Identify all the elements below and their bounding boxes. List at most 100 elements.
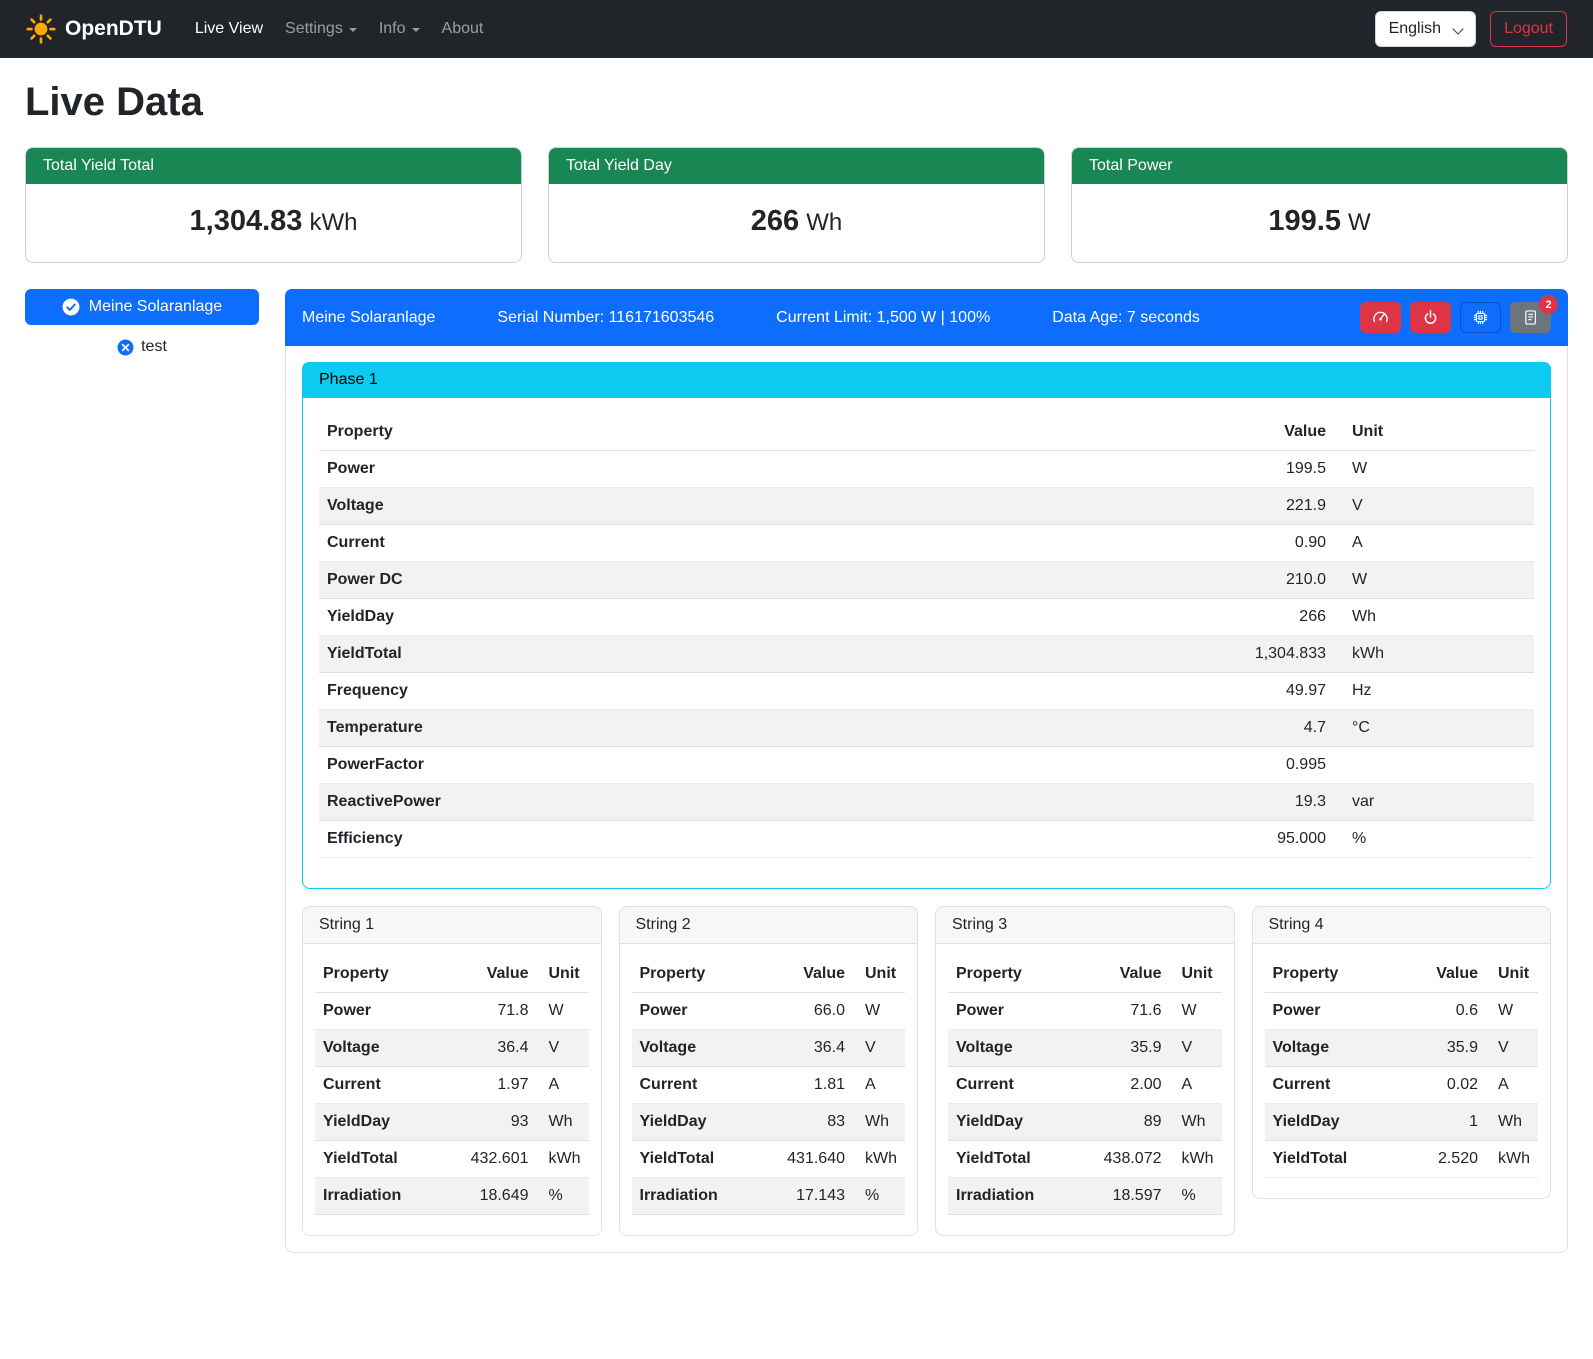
logout-button[interactable]: Logout — [1490, 11, 1567, 47]
table-row: Voltage 36.4 V — [315, 1030, 589, 1067]
nav-info[interactable]: Info — [368, 12, 431, 46]
value-cell: 221.9 — [1224, 488, 1334, 525]
table-header-row: Property Value Unit — [315, 956, 589, 993]
table-row: Voltage 36.4 V — [632, 1030, 906, 1067]
string-body: Property Value Unit Power — [1253, 944, 1551, 1198]
unit-cell: W — [1170, 993, 1222, 1030]
table-row: YieldTotal 2.520 kWh — [1265, 1141, 1539, 1178]
property-cell: PowerFactor — [319, 747, 1224, 784]
phase-title: Phase 1 — [302, 362, 1551, 398]
nav-live-view[interactable]: Live View — [184, 12, 274, 46]
property-cell: Frequency — [319, 673, 1224, 710]
unit-cell: W — [1486, 993, 1538, 1030]
string-title: String 4 — [1253, 907, 1551, 944]
property-cell: YieldTotal — [315, 1141, 451, 1178]
unit-cell: °C — [1334, 710, 1534, 747]
table-row: Current 1.97 A — [315, 1067, 589, 1104]
device-info-button[interactable] — [1460, 302, 1501, 333]
table-header-row: Property Value Unit — [632, 956, 906, 993]
sidebar-item-test[interactable]: test — [25, 338, 259, 356]
string-body: Property Value Unit Power — [303, 944, 601, 1235]
limit-settings-button[interactable] — [1360, 302, 1401, 333]
chevron-down-icon — [349, 28, 357, 32]
string-table: Property Value Unit Power — [1265, 956, 1539, 1178]
unit-cell: kWh — [1334, 636, 1534, 673]
table-row: Irradiation 18.597 % — [948, 1178, 1222, 1215]
unit-cell: V — [1486, 1030, 1538, 1067]
value-cell: 0.6 — [1400, 993, 1486, 1030]
property-cell: Irradiation — [948, 1178, 1084, 1215]
unit-cell: % — [1334, 821, 1534, 858]
value-cell: 35.9 — [1084, 1030, 1170, 1067]
property-cell: Current — [319, 525, 1224, 562]
table-row: Voltage 35.9 V — [1265, 1030, 1539, 1067]
chevron-down-icon — [1452, 23, 1463, 34]
string-4-card: String 4 Property Value Unit — [1252, 906, 1552, 1199]
column-header-property: Property — [1265, 956, 1401, 993]
card-value: 1,304.83kWh — [26, 184, 521, 262]
value-cell: 18.597 — [1084, 1178, 1170, 1215]
brand[interactable]: OpenDTU — [26, 14, 162, 44]
property-cell: YieldTotal — [319, 636, 1224, 673]
value-cell: 36.4 — [767, 1030, 853, 1067]
unit-cell: Wh — [1486, 1104, 1538, 1141]
power-button[interactable] — [1410, 302, 1451, 333]
property-cell: YieldTotal — [1265, 1141, 1401, 1178]
event-count-badge: 2 — [1539, 295, 1558, 314]
language-select[interactable]: English — [1375, 11, 1476, 47]
unit-cell: Wh — [1334, 599, 1534, 636]
string-body: Property Value Unit Power — [936, 944, 1234, 1235]
total-power-card: Total Power 199.5W — [1071, 147, 1568, 263]
value-cell: 438.072 — [1084, 1141, 1170, 1178]
unit-cell — [1334, 747, 1534, 784]
value-cell: 1.97 — [451, 1067, 537, 1104]
property-cell: YieldTotal — [948, 1141, 1084, 1178]
table-row: Power 0.6 W — [1265, 993, 1539, 1030]
unit-cell: var — [1334, 784, 1534, 821]
table-row: YieldDay 89 Wh — [948, 1104, 1222, 1141]
nav-about-label: About — [442, 20, 484, 38]
unit-cell: % — [537, 1178, 589, 1215]
string-body: Property Value Unit Power — [620, 944, 918, 1235]
chevron-down-icon — [412, 28, 420, 32]
sidebar-item-label: Meine Solaranlage — [89, 298, 222, 316]
value-cell: 35.9 — [1400, 1030, 1486, 1067]
column-header-value: Value — [451, 956, 537, 993]
value-cell: 210.0 — [1224, 562, 1334, 599]
total-yield-day-card: Total Yield Day 266Wh — [548, 147, 1045, 263]
table-row: YieldTotal 438.072 kWh — [948, 1141, 1222, 1178]
table-row: Power 71.6 W — [948, 993, 1222, 1030]
page-container: Live Data Total Yield Total 1,304.83kWh … — [0, 58, 1593, 1277]
property-cell: Voltage — [948, 1030, 1084, 1067]
navbar-right: English Logout — [1375, 11, 1567, 47]
table-row: YieldTotal 431.640 kWh — [632, 1141, 906, 1178]
property-cell: YieldDay — [319, 599, 1224, 636]
unit-cell: % — [853, 1178, 905, 1215]
event-log-button[interactable]: 2 — [1510, 302, 1551, 333]
x-circle-icon — [117, 339, 134, 356]
sidebar-item-meine-solaranlage[interactable]: Meine Solaranlage — [25, 289, 259, 325]
property-cell: Irradiation — [315, 1178, 451, 1215]
property-cell: Power — [315, 993, 451, 1030]
value-cell: 0.02 — [1400, 1067, 1486, 1104]
serial-number: Serial Number: 116171603546 — [497, 309, 714, 327]
nav-settings[interactable]: Settings — [274, 12, 368, 46]
value-unit: W — [1348, 209, 1371, 236]
property-cell: Irradiation — [632, 1178, 768, 1215]
value-cell: 66.0 — [767, 993, 853, 1030]
column-header-value: Value — [1084, 956, 1170, 993]
inverter-sidebar: Meine Solaranlage test — [25, 289, 259, 356]
property-cell: Current — [1265, 1067, 1401, 1104]
column-header-value: Value — [1400, 956, 1486, 993]
unit-cell: V — [537, 1030, 589, 1067]
property-cell: Voltage — [1265, 1030, 1401, 1067]
nav-info-label: Info — [379, 20, 406, 38]
column-header-property: Property — [315, 956, 451, 993]
nav-about[interactable]: About — [431, 12, 495, 46]
unit-cell: Wh — [853, 1104, 905, 1141]
string-2-card: String 2 Property Value Unit — [619, 906, 919, 1236]
card-value: 266Wh — [549, 184, 1044, 262]
unit-cell: A — [853, 1067, 905, 1104]
unit-cell: A — [1486, 1067, 1538, 1104]
table-row: PowerFactor 0.995 — [319, 747, 1534, 784]
